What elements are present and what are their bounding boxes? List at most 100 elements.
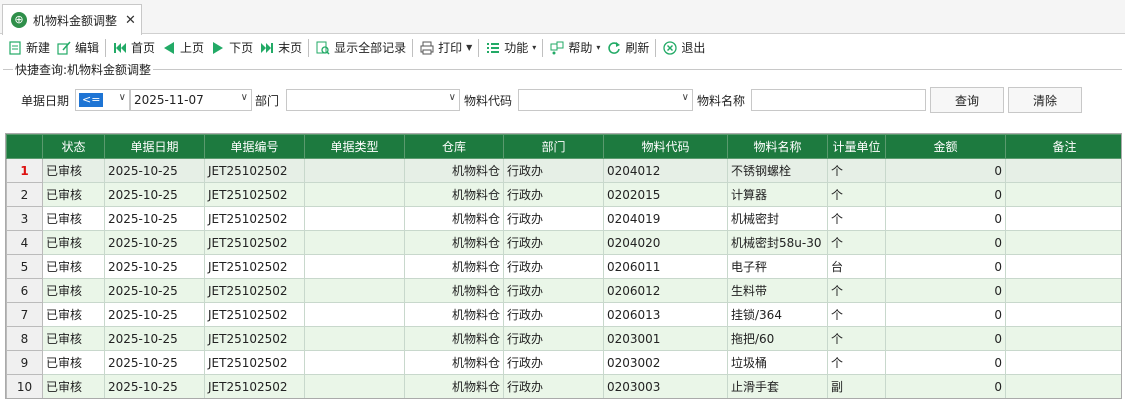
table-cell[interactable] [304,158,405,183]
row-number[interactable]: 9 [6,350,43,375]
table-cell[interactable]: JET25102502 [204,206,305,231]
row-number[interactable]: 4 [6,230,43,255]
table-cell[interactable]: 个 [827,278,886,303]
exit-button[interactable]: 退出 [659,37,708,59]
table-cell[interactable]: 个 [827,158,886,183]
prev-page-button[interactable]: 上页 [158,37,207,59]
table-cell[interactable]: 生料带 [727,278,828,303]
table-row[interactable]: 5 已审核 2025-10-25 JET25102502 机物料仓 行政办 0206011 电… [6,254,1121,279]
row-number[interactable]: 3 [6,206,43,231]
table-cell[interactable]: 2025-10-25 [104,350,205,375]
table-cell[interactable] [304,230,405,255]
table-cell[interactable]: 拖把/60 [727,326,828,351]
table-cell[interactable]: JET25102502 [204,278,305,303]
table-cell[interactable]: 0204020 [603,230,728,255]
table-cell[interactable]: 机物料仓 [404,230,504,255]
row-number[interactable]: 5 [6,254,43,279]
table-cell[interactable]: 已审核 [42,254,105,279]
table-cell[interactable]: 0 [885,350,1006,375]
table-cell[interactable]: JET25102502 [204,182,305,207]
table-cell[interactable]: 行政办 [503,158,604,183]
print-button[interactable]: 打印 ▼ [416,37,475,59]
table-cell[interactable]: 2025-10-25 [104,182,205,207]
new-button[interactable]: 新建 [4,37,53,59]
table-cell[interactable]: JET25102502 [204,254,305,279]
table-cell[interactable]: 个 [827,350,886,375]
table-cell[interactable]: 2025-10-25 [104,302,205,327]
table-cell[interactable]: 2025-10-25 [104,278,205,303]
column-header[interactable]: 单据编号 [204,134,305,159]
table-cell[interactable]: 行政办 [503,326,604,351]
table-cell[interactable]: 机物料仓 [404,206,504,231]
column-header[interactable]: 仓库 [404,134,504,159]
table-cell[interactable]: 0206012 [603,278,728,303]
table-cell[interactable]: 已审核 [42,206,105,231]
table-cell[interactable]: 个 [827,326,886,351]
table-cell[interactable]: 0 [885,254,1006,279]
table-cell[interactable]: 0206013 [603,302,728,327]
date-picker[interactable]: 2025-11-07 ∨ [130,89,252,111]
table-cell[interactable]: 个 [827,230,886,255]
table-cell[interactable]: 已审核 [42,278,105,303]
table-row[interactable]: 7 已审核 2025-10-25 JET25102502 机物料仓 行政办 0206013 挂… [6,302,1121,327]
table-cell[interactable]: 已审核 [42,326,105,351]
table-cell[interactable]: 已审核 [42,158,105,183]
row-number[interactable]: 8 [6,326,43,351]
table-cell[interactable]: 2025-10-25 [104,254,205,279]
table-cell[interactable]: 0203003 [603,374,728,398]
table-cell[interactable] [304,206,405,231]
table-cell[interactable]: 0203002 [603,350,728,375]
table-cell[interactable]: 0 [885,158,1006,183]
column-header[interactable]: 单据类型 [304,134,405,159]
table-cell[interactable] [1005,182,1121,207]
table-cell[interactable]: 机物料仓 [404,254,504,279]
name-input[interactable] [751,89,926,111]
table-cell[interactable] [1005,326,1121,351]
table-cell[interactable]: 0 [885,206,1006,231]
table-cell[interactable]: JET25102502 [204,230,305,255]
table-cell[interactable]: 已审核 [42,230,105,255]
table-cell[interactable]: 行政办 [503,206,604,231]
column-header[interactable]: 单据日期 [104,134,205,159]
row-number[interactable]: 1 [6,158,43,183]
table-cell[interactable]: 个 [827,182,886,207]
table-cell[interactable]: 0203001 [603,326,728,351]
clear-button[interactable]: 清除 [1008,87,1082,113]
table-cell[interactable]: 0 [885,182,1006,207]
table-cell[interactable]: 行政办 [503,182,604,207]
table-cell[interactable]: 2025-10-25 [104,230,205,255]
column-header[interactable]: 物料名称 [727,134,828,159]
table-cell[interactable]: 挂锁/364 [727,302,828,327]
table-cell[interactable]: 2025-10-25 [104,206,205,231]
table-cell[interactable]: 行政办 [503,230,604,255]
table-cell[interactable]: 0 [885,302,1006,327]
table-cell[interactable]: JET25102502 [204,158,305,183]
table-cell[interactable]: 行政办 [503,350,604,375]
refresh-button[interactable]: 刷新 [603,37,652,59]
table-cell[interactable]: 0206011 [603,254,728,279]
row-number[interactable]: 7 [6,302,43,327]
row-number[interactable]: 10 [6,374,43,398]
table-cell[interactable]: 机物料仓 [404,158,504,183]
show-all-button[interactable]: 显示全部记录 [312,37,409,59]
table-cell[interactable] [1005,278,1121,303]
code-select[interactable]: ∨ [518,89,693,111]
table-cell[interactable]: 电子秤 [727,254,828,279]
table-cell[interactable]: 0 [885,374,1006,398]
table-cell[interactable]: 0204019 [603,206,728,231]
first-page-button[interactable]: 首页 [109,37,158,59]
table-cell[interactable] [304,278,405,303]
table-cell[interactable]: 止滑手套 [727,374,828,398]
table-row[interactable]: 4 已审核 2025-10-25 JET25102502 机物料仓 行政办 0204020 机… [6,230,1121,255]
table-cell[interactable]: 计算器 [727,182,828,207]
table-cell[interactable] [304,374,405,398]
table-cell[interactable] [304,182,405,207]
table-row[interactable]: 8 已审核 2025-10-25 JET25102502 机物料仓 行政办 0203001 拖… [6,326,1121,351]
table-cell[interactable]: 0202015 [603,182,728,207]
table-cell[interactable]: 行政办 [503,254,604,279]
edit-button[interactable]: 编辑 [53,37,102,59]
dept-select[interactable]: ∨ [286,89,460,111]
date-operator-select[interactable]: <= ∨ [75,89,130,111]
table-row[interactable]: 9 已审核 2025-10-25 JET25102502 机物料仓 行政办 0203002 垃… [6,350,1121,375]
help-menu-button[interactable]: 帮助 ▾ [546,37,603,59]
